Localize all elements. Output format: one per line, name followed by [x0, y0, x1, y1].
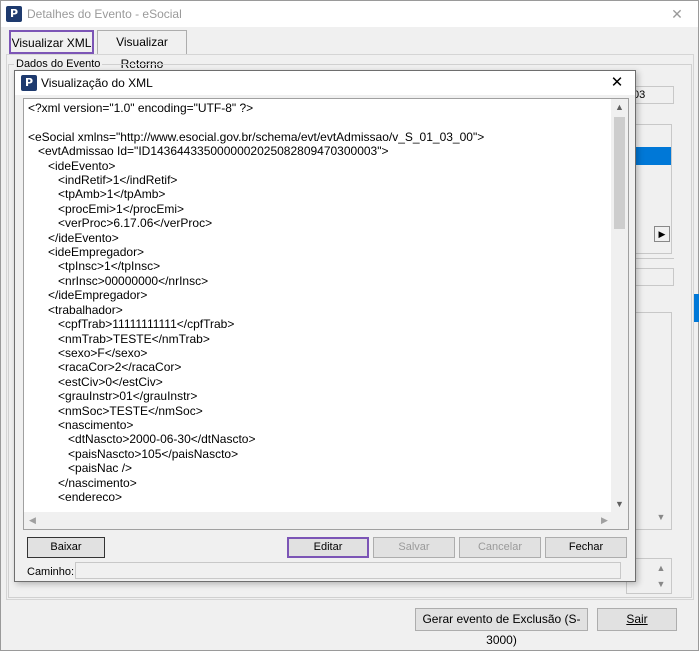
xml-line: <nascimento> — [28, 417, 134, 432]
xml-line: <endereco> — [28, 489, 123, 504]
fechar-button-label: Fechar — [568, 541, 604, 553]
scroll-down-icon[interactable]: ▼ — [611, 496, 628, 513]
xml-line: <procEmi>1</procEmi> — [28, 201, 185, 216]
xml-text-area[interactable]: <?xml version="1.0" encoding="UTF-8" ?> … — [23, 98, 629, 530]
xml-line: <ideEmpregador> — [28, 245, 145, 260]
xml-line: <sexo>F</sexo> — [28, 345, 148, 360]
fechar-button[interactable]: Fechar — [545, 537, 627, 558]
dialog-app-logo-icon: P — [21, 75, 37, 91]
vertical-scroll-thumb[interactable] — [614, 117, 625, 229]
xml-view-dialog: P Visualização do XML ✕ <?xml version="1… — [14, 70, 636, 582]
baixar-button[interactable]: Baixar — [27, 537, 105, 558]
background-bottom-scroll-down-icon[interactable]: ▼ — [654, 578, 668, 591]
xml-line: <tpAmb>1</tpAmb> — [28, 187, 166, 202]
xml-content[interactable]: <?xml version="1.0" encoding="UTF-8" ?> … — [28, 101, 612, 513]
dialog-title: Visualização do XML — [41, 76, 153, 90]
sair-button[interactable]: Sair — [597, 608, 677, 631]
xml-line: <paisNac /> — [28, 461, 133, 476]
xml-line: <evtAdmissao Id="ID143644335000000202508… — [28, 144, 389, 159]
xml-line: <racaCor>2</racaCor> — [28, 360, 182, 375]
xml-line: <nmTrab>TESTE</nmTrab> — [28, 331, 210, 346]
scrollbar-corner — [611, 512, 628, 529]
gerar-evento-exclusao-button[interactable]: Gerar evento de Exclusão (S-3000) — [415, 608, 588, 647]
horizontal-scrollbar[interactable]: ◀ ▶ — [24, 512, 613, 529]
xml-line: <eSocial xmlns="http://www.esocial.gov.b… — [28, 129, 485, 144]
app-logo-icon: P — [6, 6, 22, 22]
background-bottom-scroll-up-icon[interactable]: ▲ — [654, 562, 668, 575]
xml-line — [28, 115, 612, 129]
xml-line: <grauInstr>01</grauInstr> — [28, 389, 198, 404]
dados-evento-label: Dados do Evento — [14, 58, 103, 70]
xml-line: </ideEvento> — [28, 230, 119, 245]
window-title: Detalhes do Evento - eSocial — [27, 7, 182, 21]
scroll-up-icon[interactable]: ▲ — [611, 99, 628, 116]
tab-visualizar-retorno[interactable]: Visualizar Retorno — [97, 30, 187, 71]
background-scroll-right-icon[interactable]: ▶ — [654, 226, 670, 242]
salvar-button[interactable]: Salvar — [373, 537, 455, 558]
caminho-label: Caminho: — [27, 566, 75, 578]
tab-visualizar-xml[interactable]: Visualizar XML — [9, 30, 94, 54]
cancelar-button[interactable]: Cancelar — [459, 537, 541, 558]
tab-bar: Visualizar XML Visualizar Retorno — [6, 28, 694, 71]
xml-line: </ideEmpregador> — [28, 288, 148, 303]
scroll-left-icon[interactable]: ◀ — [24, 512, 41, 529]
xml-line: <indRetif>1</indRetif> — [28, 173, 178, 188]
xml-line: <estCiv>0</estCiv> — [28, 374, 163, 389]
xml-line: <verProc>6.17.06</verProc> — [28, 216, 213, 231]
vertical-scrollbar[interactable]: ▲ ▼ — [611, 99, 628, 513]
window-close-icon[interactable]: ✕ — [660, 1, 694, 27]
sair-button-label: Sair — [626, 612, 648, 626]
window-title-bar: P Detalhes do Evento - eSocial ✕ — [1, 1, 698, 27]
xml-line: <tpInsc>1</tpInsc> — [28, 259, 161, 274]
xml-line: <cpfTrab>11111111111</cpfTrab> — [28, 317, 235, 332]
background-selection-edge — [694, 294, 699, 322]
xml-line: <paisNascto>105</paisNascto> — [28, 446, 239, 461]
background-scroll-down-icon[interactable]: ▼ — [652, 512, 670, 528]
caminho-input[interactable] — [75, 562, 621, 579]
editar-button[interactable]: Editar — [287, 537, 369, 558]
dialog-close-icon[interactable]: ✕ — [607, 72, 627, 94]
xml-line: <nmSoc>TESTE</nmSoc> — [28, 403, 203, 418]
xml-line: <?xml version="1.0" encoding="UTF-8" ?> — [28, 101, 254, 115]
xml-line: <trabalhador> — [28, 302, 123, 317]
xml-line: </nascimento> — [28, 475, 137, 490]
xml-line: <dtNascto>2000-06-30</dtNascto> — [28, 432, 256, 447]
xml-line: <ideEvento> — [28, 158, 116, 173]
xml-line: <nrInsc>00000000</nrInsc> — [28, 273, 209, 288]
dialog-title-bar: P Visualização do XML ✕ — [15, 71, 635, 95]
